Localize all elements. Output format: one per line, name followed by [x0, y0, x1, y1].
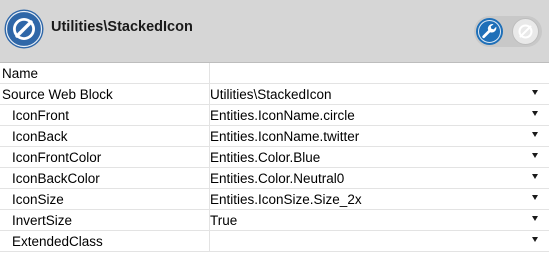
iconsize-select[interactable]: Entities.IconSize.Size_2x [209, 188, 549, 210]
property-row-iconback[interactable]: IconBack Entities.IconName.twitter [0, 125, 549, 147]
web-block-icon [3, 8, 45, 50]
property-value: Entities.IconSize.Size_2x [210, 191, 362, 207]
property-value: Utilities\StackedIcon [210, 86, 332, 102]
dropdown-arrow-icon[interactable] [532, 111, 538, 116]
property-row-iconfrontcolor[interactable]: IconFrontColor Entities.Color.Blue [0, 146, 549, 168]
dropdown-arrow-icon[interactable] [532, 132, 538, 137]
property-value: Entities.IconName.circle [210, 107, 355, 123]
property-value: Entities.Color.Neutral0 [210, 170, 345, 186]
invertsize-select[interactable]: True [209, 209, 549, 231]
property-row-extendedclass[interactable]: ExtendedClass [0, 230, 549, 252]
property-row-name[interactable]: Name [0, 63, 549, 84]
property-label: IconFrontColor [0, 146, 210, 168]
property-row-invertsize[interactable]: InvertSize True [0, 209, 549, 231]
dropdown-arrow-icon[interactable] [532, 153, 538, 158]
dropdown-arrow-icon[interactable] [532, 237, 538, 242]
wrench-icon [482, 24, 497, 39]
extendedclass-select[interactable] [209, 230, 549, 252]
property-label: ExtendedClass [0, 230, 210, 252]
property-row-iconfront[interactable]: IconFront Entities.IconName.circle [0, 104, 549, 126]
dropdown-arrow-icon[interactable] [532, 195, 538, 200]
mode-toggle-group [474, 16, 542, 47]
property-row-iconbackcolor[interactable]: IconBackColor Entities.Color.Neutral0 [0, 167, 549, 189]
disabled-toggle-button[interactable] [512, 18, 539, 45]
dropdown-arrow-icon[interactable] [532, 90, 538, 95]
iconfront-select[interactable]: Entities.IconName.circle [209, 104, 549, 126]
property-label: IconBackColor [0, 167, 210, 189]
property-label: IconSize [0, 188, 210, 210]
dropdown-arrow-icon[interactable] [532, 174, 538, 179]
iconbackcolor-select[interactable]: Entities.Color.Neutral0 [209, 167, 549, 189]
property-label: IconBack [0, 125, 210, 147]
property-value: True [210, 212, 238, 228]
property-value: Entities.IconName.twitter [210, 128, 360, 144]
element-title: Utilities\StackedIcon [51, 19, 193, 35]
iconfrontcolor-select[interactable]: Entities.Color.Blue [209, 146, 549, 168]
wrench-toggle-button[interactable] [476, 18, 503, 45]
property-label: IconFront [0, 104, 210, 126]
property-label: Source Web Block [0, 83, 210, 105]
property-row-source-web-block[interactable]: Source Web Block Utilities\StackedIcon [0, 83, 549, 105]
source-web-block-select[interactable]: Utilities\StackedIcon [209, 83, 549, 105]
properties-grid: Name Source Web Block Utilities\StackedI… [0, 63, 549, 252]
name-field[interactable] [209, 63, 549, 84]
property-label: Name [0, 63, 210, 84]
iconback-select[interactable]: Entities.IconName.twitter [209, 125, 549, 147]
dropdown-arrow-icon[interactable] [532, 216, 538, 221]
property-value: Entities.Color.Blue [210, 149, 321, 165]
property-row-iconsize[interactable]: IconSize Entities.IconSize.Size_2x [0, 188, 549, 210]
property-label: InvertSize [0, 209, 210, 231]
disabled-slash-icon [518, 24, 533, 39]
properties-header: Utilities\StackedIcon [0, 0, 549, 63]
